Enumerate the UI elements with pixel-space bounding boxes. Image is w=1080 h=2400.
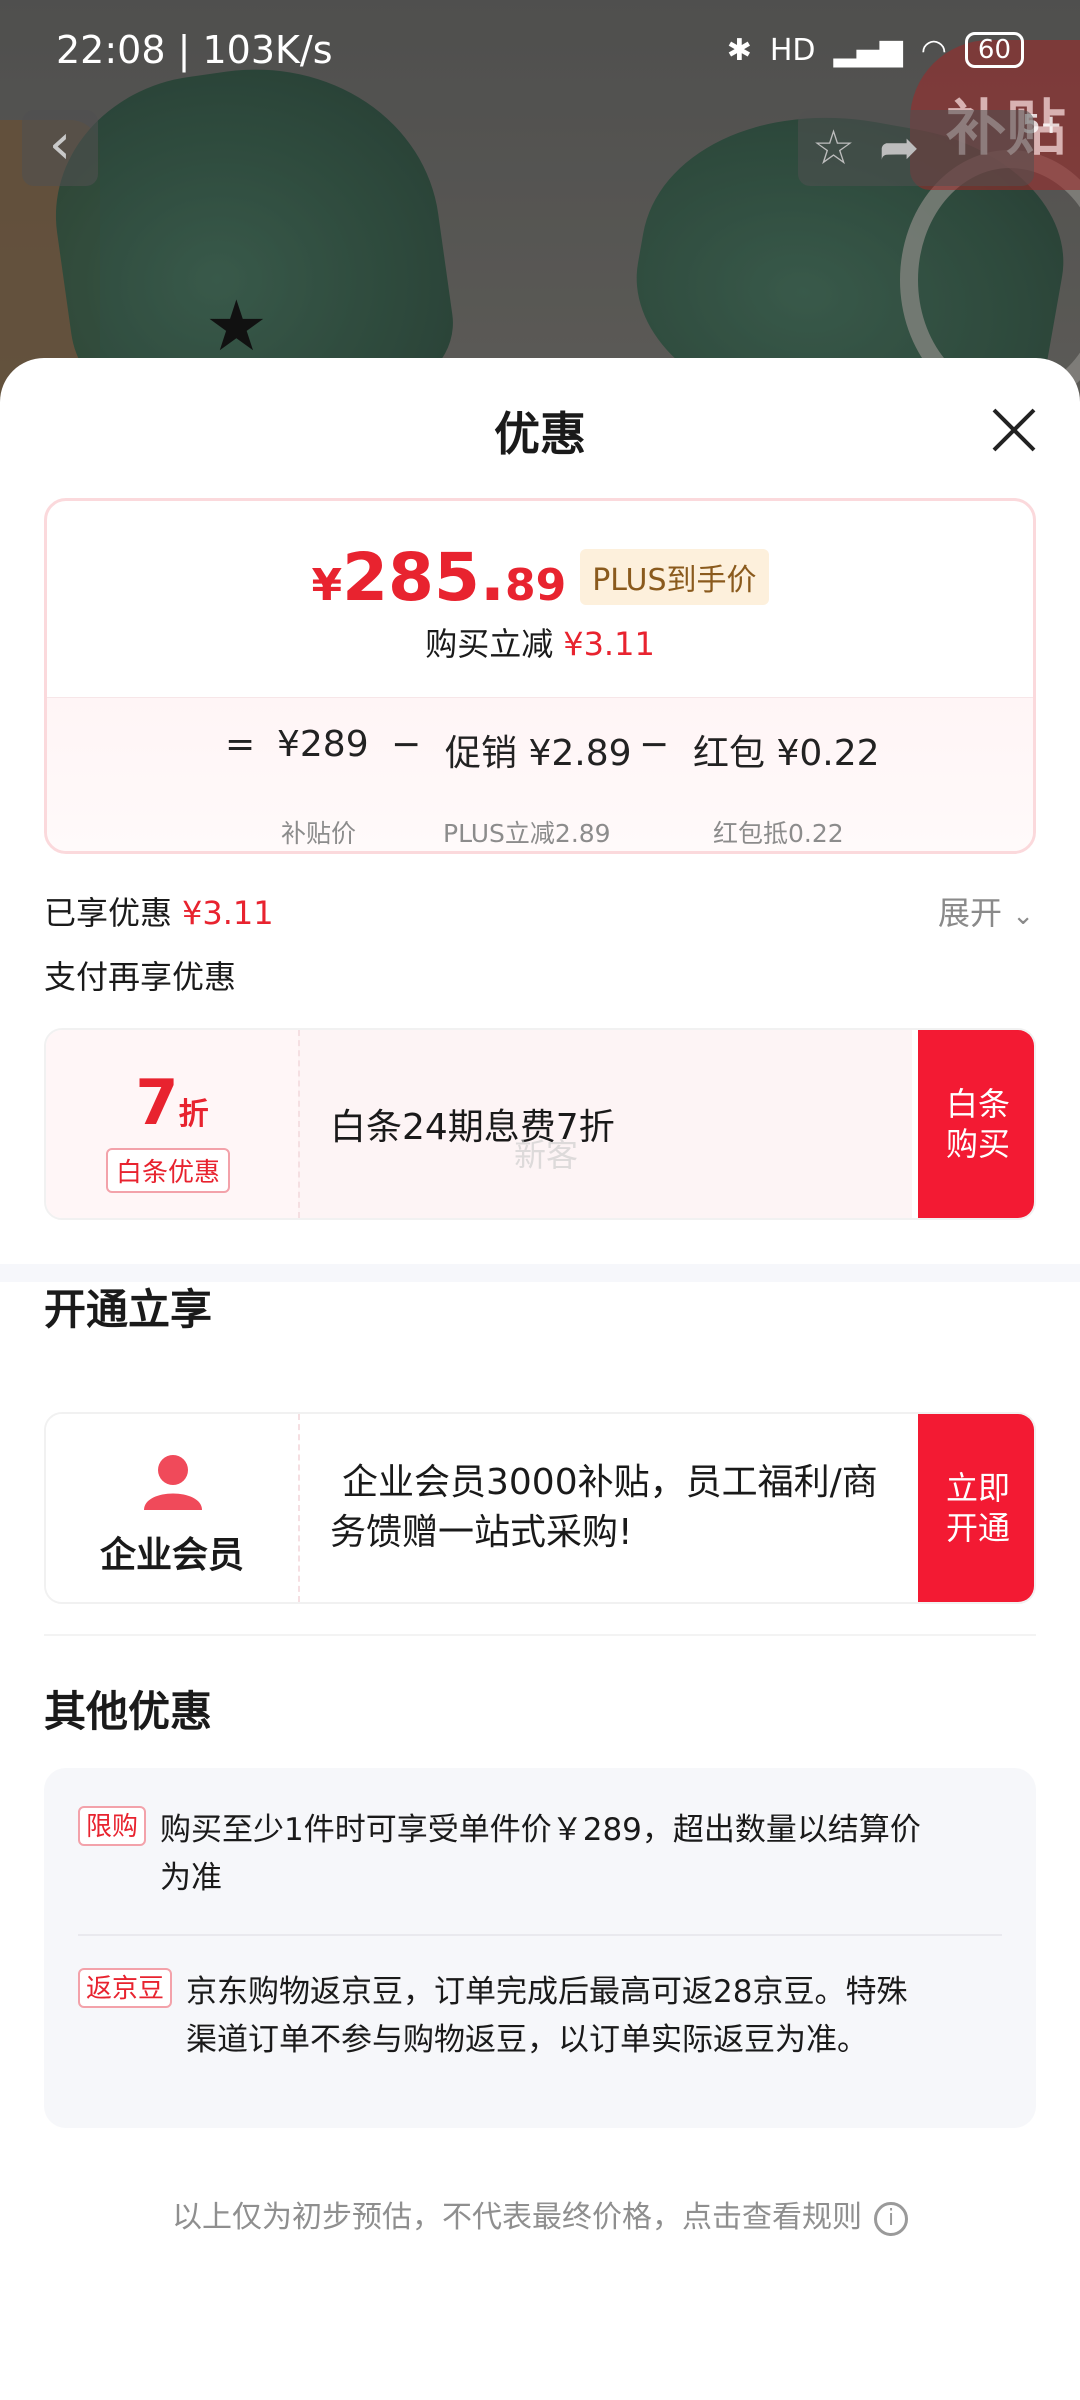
redpacket-label: 红包抵0.22 — [713, 819, 844, 848]
instant-reduction: 购买立减 ¥3.11 — [47, 619, 1033, 665]
price-equation: = ¥289 − 促销 ¥2.89 − 红包 ¥0.22 补贴价 PLUS立减2… — [47, 697, 1033, 851]
signal-icon: ▂▄▆ — [833, 32, 903, 68]
button-line: 立即 — [945, 1469, 1010, 1507]
promo-value: 促销 ¥2.89 — [445, 733, 632, 774]
open-membership-button[interactable]: 立即 开通 — [918, 1414, 1034, 1602]
info-icon: i — [874, 2201, 908, 2236]
discount-number: 7 — [135, 1066, 179, 1139]
price-integer: 285. — [342, 539, 505, 616]
pay-more-label: 支付再享优惠 — [44, 958, 237, 996]
reduction-label: 购买立减 — [425, 625, 554, 663]
enjoyed-value: ¥3.11 — [182, 894, 274, 932]
baitiao-discount-panel: 7折 白条优惠 — [46, 1030, 298, 1218]
nav-actions: ☆ ➦ — [798, 110, 1034, 186]
status-icons: ✱ HD ▂▄▆ ◠ 60 — [727, 32, 1024, 68]
price-breakdown-card: ¥285.89 PLUS到手价 购买立减 ¥3.11 = ¥289 − 促销 ¥2… — [44, 498, 1036, 854]
enterprise-text: 企业会员3000补贴，员工福利/商务馈赠一站式采购! — [330, 1462, 878, 1553]
share-icon[interactable]: ➦ — [879, 120, 919, 176]
discount-unit: 折 — [178, 1097, 209, 1132]
chevron-left-icon: ‹ — [48, 112, 72, 177]
button-line: 白条 — [945, 1085, 1010, 1123]
baitiao-offer-card[interactable]: 7折 白条优惠 白条24期息费7折 新客 白条 购买 — [44, 1028, 1036, 1220]
discount-sheet: 优惠 ¥285.89 PLUS到手价 购买立减 ¥3.11 = ¥289 − 促销… — [0, 358, 1080, 2400]
new-customer-watermark: 新客 — [514, 1136, 579, 1174]
promo-label: PLUS立减2.89 — [443, 819, 611, 848]
baitiao-description: 白条24期息费7折 新客 — [298, 1030, 912, 1218]
enjoyed-discount: 已享优惠 ¥3.11 — [44, 888, 274, 934]
baitiao-tag: 白条优惠 — [106, 1148, 231, 1193]
back-button[interactable]: ‹ — [22, 110, 98, 186]
enterprise-label: 企业会员 — [99, 1535, 244, 1576]
enterprise-member-card[interactable]: 企业会员 企业会员3000补贴，员工福利/商务馈赠一站式采购! 立即 开通 — [44, 1412, 1036, 1604]
battery-indicator: 60 — [964, 32, 1024, 68]
status-time-speed: 22:08 | 103K/s — [56, 28, 333, 72]
currency-symbol: ¥ — [311, 560, 343, 611]
network-label: HD — [769, 32, 816, 68]
plus-price-tag: PLUS到手价 — [580, 549, 769, 605]
enterprise-description: 企业会员3000补贴，员工福利/商务馈赠一站式采购! — [298, 1414, 912, 1602]
bluetooth-icon: ✱ — [726, 32, 752, 68]
person-icon — [144, 1455, 202, 1510]
enterprise-member-panel: 企业会员 — [46, 1414, 298, 1602]
button-line: 开通 — [945, 1509, 1010, 1547]
price-summary: ¥285.89 PLUS到手价 购买立减 ¥3.11 — [47, 501, 1033, 697]
final-price-row: ¥285.89 PLUS到手价 — [47, 539, 1033, 616]
chevron-down-icon: ⌄ — [1012, 901, 1034, 931]
final-price: ¥285.89 — [311, 539, 566, 616]
favorite-star-icon[interactable]: ☆ — [812, 120, 855, 176]
expand-button[interactable]: 展开 ⌄ — [938, 888, 1034, 934]
section-divider — [0, 1264, 1080, 1282]
button-line: 购买 — [945, 1125, 1010, 1163]
enjoyed-label: 已享优惠 — [44, 894, 173, 932]
disclaimer-text: 以上仅为初步预估，不代表最终价格，点击查看规则 — [172, 2200, 862, 2235]
close-icon[interactable] — [984, 400, 1044, 460]
minus-sign: − — [639, 724, 670, 765]
sheet-title: 优惠 — [494, 407, 586, 461]
wifi-icon: ◠ — [920, 32, 947, 68]
subsidy-price-label: 补贴价 — [281, 819, 357, 848]
disclaimer-link[interactable]: 以上仅为初步预估，不代表最终价格，点击查看规则 i — [0, 2192, 1080, 2236]
baitiao-buy-button[interactable]: 白条 购买 — [918, 1030, 1034, 1218]
equals-sign: = — [225, 724, 256, 765]
minus-sign: − — [391, 724, 422, 765]
subsidy-price-value: ¥289 — [277, 724, 369, 765]
redpacket-value: 红包 ¥0.22 — [693, 733, 880, 774]
price-decimal: 89 — [504, 560, 567, 611]
reduction-value: ¥3.11 — [563, 625, 655, 663]
expand-label: 展开 — [938, 894, 1003, 932]
discount-rate: 7折 — [46, 1066, 298, 1139]
status-bar: 22:08 | 103K/s ✱ HD ▂▄▆ ◠ 60 — [0, 0, 1080, 100]
